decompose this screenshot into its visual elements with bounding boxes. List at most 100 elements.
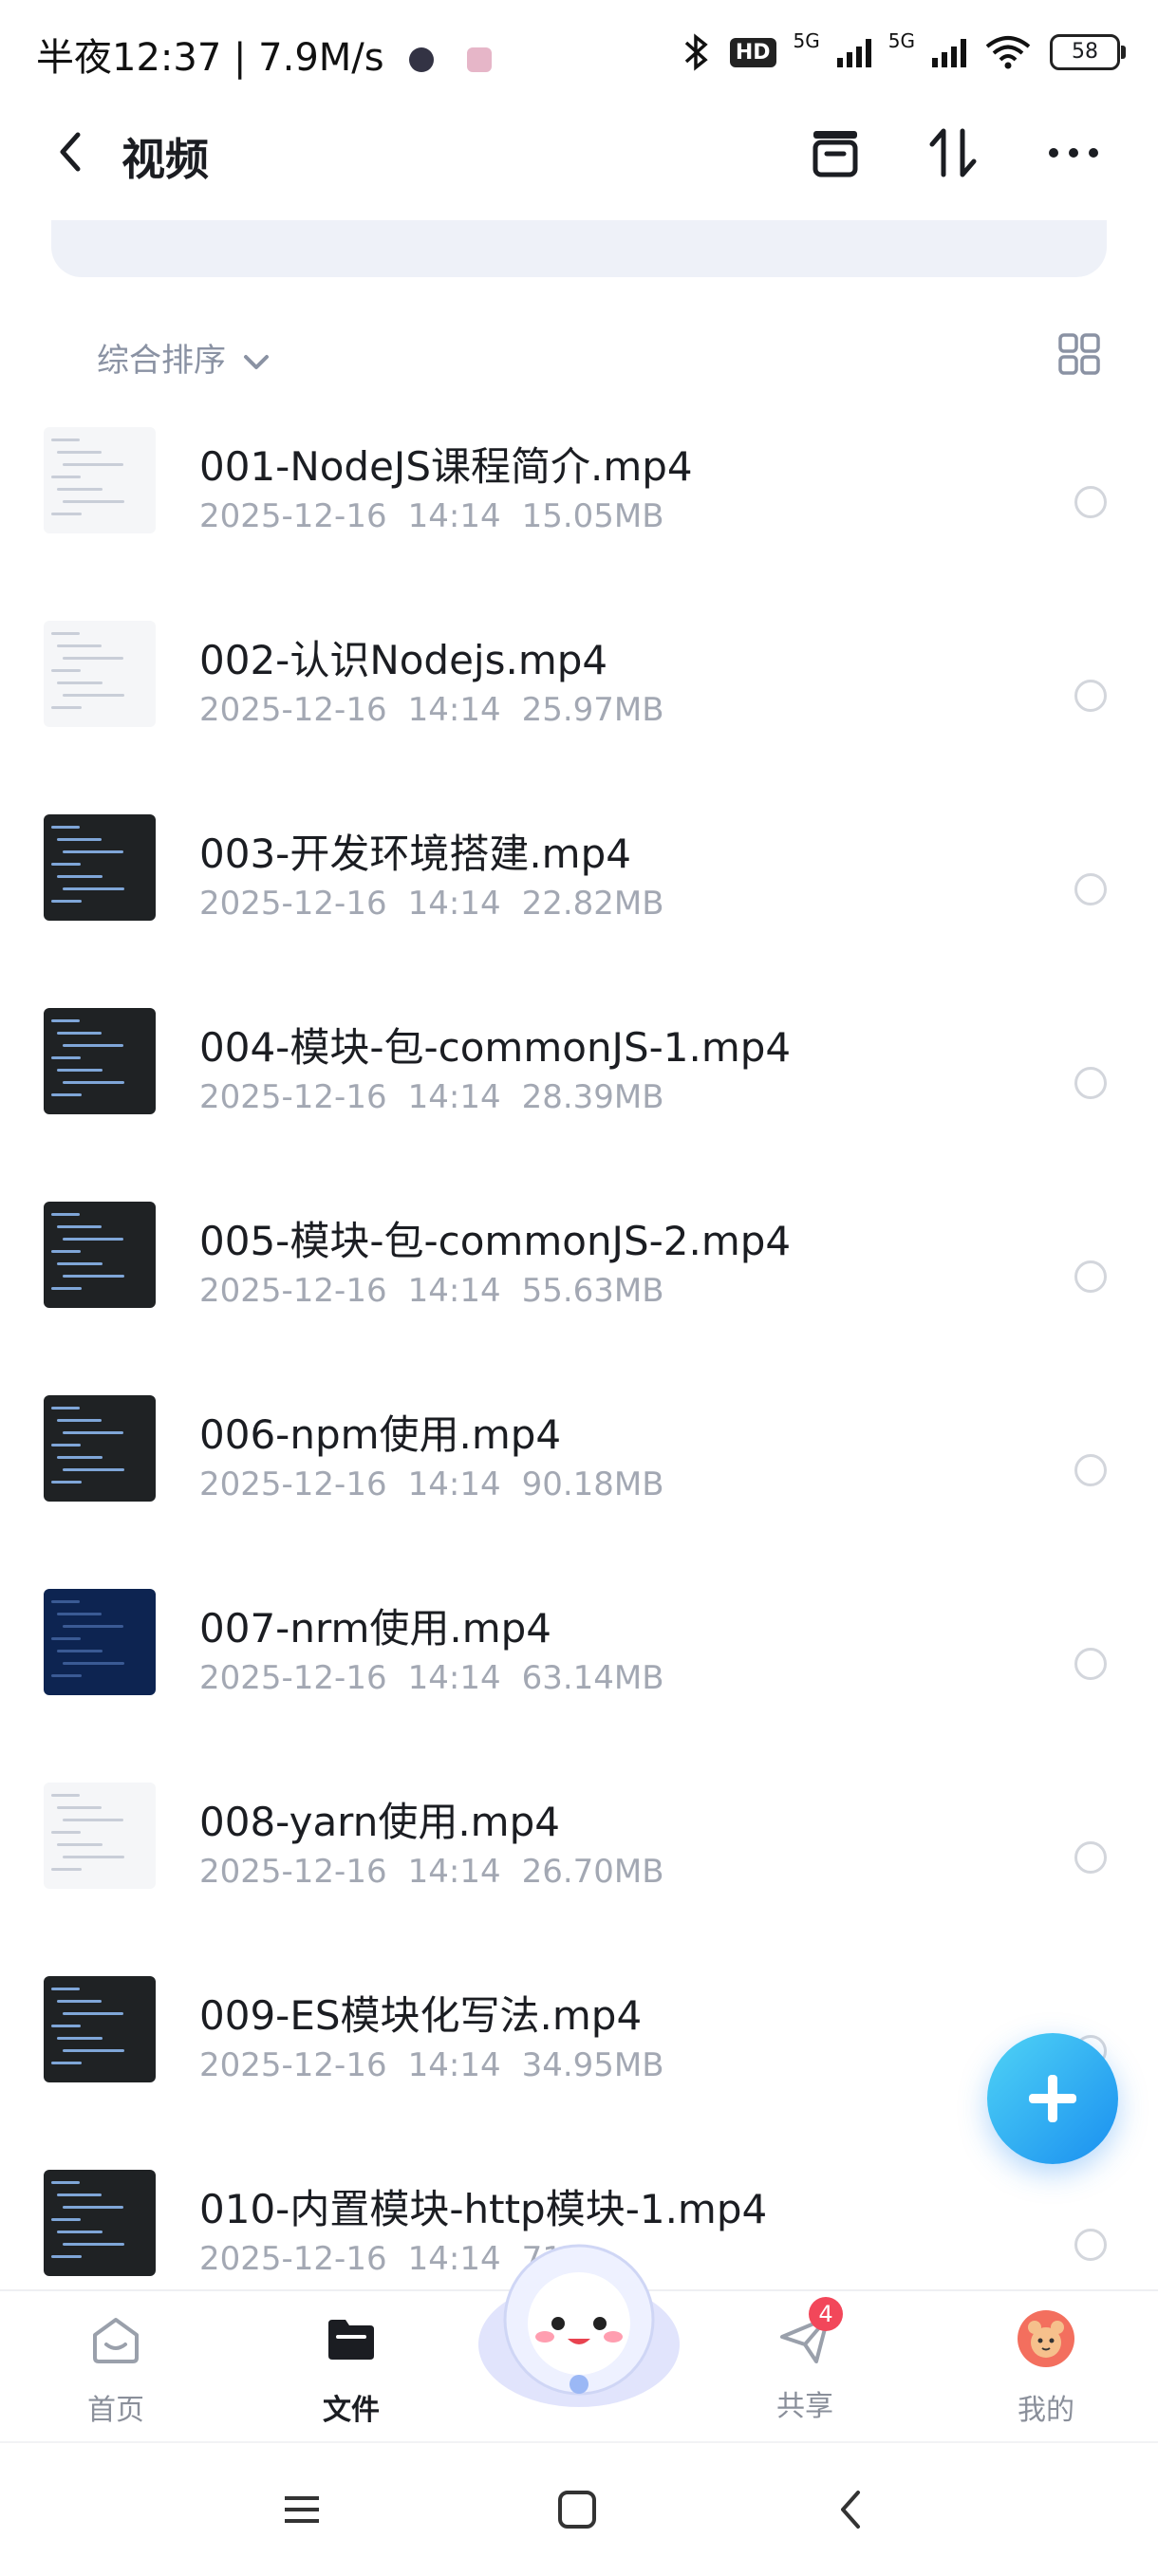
sort-dropdown[interactable]: 综合排序 <box>97 334 272 381</box>
select-checkbox[interactable] <box>1074 486 1107 518</box>
file-row[interactable]: 007-nrm使用.mp4 2025-12-16 14:14 63.14MB <box>0 1568 1158 1762</box>
status-time: 半夜12:37 | 7.9M/s <box>36 27 493 82</box>
status-time-text: 半夜12:37 | 7.9M/s <box>36 36 384 80</box>
search-bar[interactable] <box>51 220 1107 277</box>
file-meta: 2025-12-16 14:14 55.63MB <box>199 1272 685 1310</box>
system-nav-bar <box>0 2441 1158 2576</box>
tab-files[interactable]: 文件 <box>285 2308 418 2428</box>
file-meta: 2025-12-16 14:14 25.97MB <box>199 691 685 729</box>
wifi-icon <box>985 36 1031 69</box>
file-size: 15.05MB <box>521 497 664 535</box>
folder-icon <box>328 2320 374 2360</box>
file-size: 22.82MB <box>521 885 664 923</box>
share-icon-wrap: 4 <box>775 2297 843 2369</box>
avatar <box>1018 2310 1074 2367</box>
sort-order-icon[interactable] <box>921 120 987 186</box>
file-row[interactable]: 009-ES模块化写法.mp4 2025-12-16 14:14 34.95MB <box>0 1955 1158 2149</box>
file-row[interactable]: 005-模块-包-commonJS-2.mp4 2025-12-16 14:14 55… <box>0 1181 1158 1374</box>
signal-icon <box>932 37 966 67</box>
file-row[interactable]: 006-npm使用.mp4 2025-12-16 14:14 90.18MB <box>0 1374 1158 1568</box>
video-thumbnail <box>44 1783 156 1889</box>
file-meta: 2025-12-16 14:14 26.70MB <box>199 1853 685 1891</box>
video-thumbnail <box>44 1589 156 1695</box>
chevron-down-icon <box>243 354 269 369</box>
file-row[interactable]: 004-模块-包-commonJS-1.mp4 2025-12-16 14:14 28… <box>0 987 1158 1181</box>
select-checkbox[interactable] <box>1074 1260 1107 1293</box>
file-row[interactable]: 003-开发环境搭建.mp4 2025-12-16 14:14 22.82MB <box>0 793 1158 987</box>
select-checkbox[interactable] <box>1074 873 1107 905</box>
file-time: 14:14 <box>407 1465 501 1503</box>
file-time: 14:14 <box>407 497 501 535</box>
file-date: 2025-12-16 <box>199 2046 387 2084</box>
video-thumbnail <box>44 2170 156 2276</box>
more-icon[interactable] <box>1040 120 1107 186</box>
file-size: 25.97MB <box>521 691 664 729</box>
file-size: 90.18MB <box>521 1465 664 1503</box>
video-thumbnail <box>44 1395 156 1502</box>
sort-label: 综合排序 <box>97 342 226 380</box>
menu-icon[interactable] <box>273 2481 330 2538</box>
network-type: 5G <box>793 29 820 52</box>
file-name: 001-NodeJS课程简介.mp4 <box>199 443 693 490</box>
file-time: 14:14 <box>407 1853 501 1891</box>
mascot-assistant-button[interactable] <box>475 2232 683 2422</box>
file-row[interactable]: 001-NodeJS课程简介.mp4 2025-12-16 14:14 15.05MB <box>0 406 1158 600</box>
file-time: 14:14 <box>407 2046 501 2084</box>
file-name: 004-模块-包-commonJS-1.mp4 <box>199 1024 792 1071</box>
select-checkbox[interactable] <box>1074 2229 1107 2261</box>
file-date: 2025-12-16 <box>199 1272 387 1310</box>
video-thumbnail <box>44 621 156 727</box>
file-name: 002-认识Nodejs.mp4 <box>199 637 608 683</box>
file-name: 008-yarn使用.mp4 <box>199 1799 560 1845</box>
select-checkbox[interactable] <box>1074 1454 1107 1486</box>
add-button[interactable] <box>987 2033 1118 2164</box>
file-size: 63.14MB <box>521 1659 664 1697</box>
tab-home[interactable]: 首页 <box>49 2308 182 2428</box>
file-meta: 2025-12-16 14:14 15.05MB <box>199 497 685 535</box>
back-icon[interactable] <box>822 2481 879 2538</box>
signal-icon <box>836 37 871 67</box>
select-checkbox[interactable] <box>1074 1067 1107 1099</box>
file-date: 2025-12-16 <box>199 691 387 729</box>
tab-share[interactable]: 4 共享 <box>738 2297 871 2424</box>
page-title: 视频 <box>121 134 209 185</box>
file-name: 003-开发环境搭建.mp4 <box>199 831 631 877</box>
share-notification-badge: 4 <box>809 2297 843 2331</box>
file-date: 2025-12-16 <box>199 497 387 535</box>
grid-view-icon[interactable] <box>1057 332 1101 376</box>
file-row[interactable]: 008-yarn使用.mp4 2025-12-16 14:14 26.70MB <box>0 1762 1158 1955</box>
status-indicators: HD 5G 5G 58 <box>681 28 1126 76</box>
video-thumbnail <box>44 1008 156 1114</box>
file-meta: 2025-12-16 14:14 28.39MB <box>199 1078 685 1116</box>
status-bar: 半夜12:37 | 7.9M/s HD 5G 5G 58 <box>0 0 1158 104</box>
file-row[interactable]: 002-认识Nodejs.mp4 2025-12-16 14:14 25.97MB <box>0 600 1158 793</box>
select-checkbox[interactable] <box>1074 680 1107 712</box>
file-date: 2025-12-16 <box>199 1853 387 1891</box>
tab-files-label: 文件 <box>323 2394 380 2427</box>
file-size: 26.70MB <box>521 1853 664 1891</box>
tab-home-label: 首页 <box>87 2394 144 2427</box>
bluetooth-icon <box>684 33 708 71</box>
file-name: 010-内置模块-http模块-1.mp4 <box>199 2186 768 2232</box>
file-name: 005-模块-包-commonJS-2.mp4 <box>199 1218 792 1264</box>
app-header: 视频 <box>0 104 1158 199</box>
video-thumbnail <box>44 814 156 921</box>
select-checkbox[interactable] <box>1074 1841 1107 1874</box>
file-date: 2025-12-16 <box>199 1659 387 1697</box>
file-size: 28.39MB <box>521 1078 664 1116</box>
select-checkbox[interactable] <box>1074 1648 1107 1680</box>
file-size: 55.63MB <box>521 1272 664 1310</box>
file-meta: 2025-12-16 14:14 90.18MB <box>199 1465 685 1503</box>
video-thumbnail <box>44 427 156 533</box>
file-date: 2025-12-16 <box>199 2240 387 2278</box>
video-thumbnail <box>44 1202 156 1308</box>
home-square-icon[interactable] <box>549 2481 606 2538</box>
tab-mine[interactable]: 我的 <box>980 2308 1112 2428</box>
file-meta: 2025-12-16 14:14 34.95MB <box>199 2046 685 2084</box>
file-time: 14:14 <box>407 1078 501 1116</box>
file-meta: 2025-12-16 14:14 63.14MB <box>199 1659 685 1697</box>
back-arrow-icon[interactable] <box>46 125 93 178</box>
archive-icon[interactable] <box>802 120 868 186</box>
app-notification-icon <box>409 47 435 72</box>
tab-mine-label: 我的 <box>1018 2394 1074 2427</box>
